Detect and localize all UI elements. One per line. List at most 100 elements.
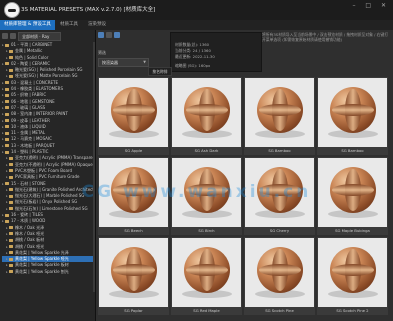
tree-item-label: 胡桃 / Oak 板材 xyxy=(15,237,45,243)
description-text: 将所有3S材质导入至当前场景中 / 双击预览材质 / 拖拽材质至对象 / 右键打… xyxy=(262,32,389,42)
tree-item-label: 14 - 塑料 | PLASTIC xyxy=(11,149,49,155)
window-controls[interactable]: – □ ✕ xyxy=(352,2,390,9)
tree-item-label: 黄花梨 | Yellow Sparkle 刨光 xyxy=(15,268,69,274)
material-preview-sphere xyxy=(172,238,241,307)
material-thumbnail[interactable]: SG Scotch Pine xyxy=(244,237,315,315)
material-browser: 筛选 按渲染器 ▼ 材质数量(总): 1360 当前分类: 24 / 1360 … xyxy=(96,30,393,321)
material-thumbnail[interactable]: SG Red Maple xyxy=(171,237,242,315)
material-thumbnail[interactable]: SG Beech xyxy=(98,157,169,235)
info-line: 缩略图 (SG): 160px xyxy=(175,63,211,68)
grid-view-icon[interactable] xyxy=(98,32,104,38)
tree-item-label: 抛光石(大理石) | Marble Polished SG xyxy=(15,193,85,199)
material-thumbnail[interactable]: SG Maple Bubinga xyxy=(317,157,388,235)
info-line: 最近更新: 2022-11-30 xyxy=(175,54,215,59)
tab-render-presets[interactable]: 渲染预设 xyxy=(84,20,110,30)
material-thumbnail[interactable]: SG Poplar xyxy=(98,237,169,315)
material-preview-sphere xyxy=(245,78,314,147)
tree-item-label: 03 - 混凝土 | CONCRETE xyxy=(11,79,58,85)
tree-item-label: 04 - 橡胶类 | ELASTOMERS xyxy=(11,86,63,92)
folder-icon xyxy=(5,144,9,148)
tree-item-label: 亚克力(不透明) | Acrylic (PMMA) Opaque xyxy=(15,161,93,167)
tree-item-label: PVC家具板 | PVC Furniture Grade xyxy=(15,174,80,180)
tree-item-label: 抛光石(板岩) | Onyx Polished SG xyxy=(15,199,78,205)
material-label: SG Maple Bubinga xyxy=(335,228,370,233)
filter-select[interactable]: 按渲染器 ▼ xyxy=(98,58,149,67)
folder-icon xyxy=(9,245,13,248)
material-preview-sphere xyxy=(172,158,241,227)
title-bar: 3S MATERIAL PRESETS (MAX v.2.7.0) [材质库大全… xyxy=(0,0,393,20)
tab-material-tools[interactable]: 材质工具 xyxy=(56,20,82,30)
tree-item-label: 橡木 / Oak 哑光 xyxy=(15,230,45,236)
material-preview-sphere xyxy=(99,78,168,147)
folder-icon xyxy=(9,194,13,198)
material-thumbnail[interactable]: SG Birch xyxy=(171,157,242,235)
material-thumbnail[interactable]: SG Ash Dark xyxy=(171,77,242,155)
folder-icon xyxy=(5,62,9,66)
folder-icon xyxy=(9,156,13,160)
app-title: 3S MATERIAL PRESETS (MAX v.2.7.0) [材质库大全… xyxy=(21,7,156,13)
folder-icon xyxy=(5,137,9,141)
folder-icon xyxy=(9,207,13,211)
tree-scrollbar[interactable] xyxy=(93,42,95,292)
tree-item-label: 黄花梨 | Yellow Sparkle 板材 xyxy=(15,262,69,268)
refresh-icon[interactable] xyxy=(2,33,8,39)
tab-library[interactable]: 材质库管理 & 预设工具 xyxy=(0,20,55,30)
material-label: SG Birch xyxy=(198,228,215,233)
tree-item-label: 金属 | Metallic xyxy=(15,48,43,54)
tree-item-label: 06 - 地毯 | GEMSTONE xyxy=(11,98,55,104)
material-preview-sphere xyxy=(172,78,241,147)
tree-item-label: 11 - 金属 | METAL xyxy=(11,130,46,136)
tree-item-label: 05 - 织物 | FABRIC xyxy=(11,92,47,98)
expand-arrow-icon[interactable]: ▸ xyxy=(6,269,8,275)
material-thumbnail[interactable]: SG Apple xyxy=(98,77,169,155)
tree-item-label: 13 - 木地板 | PARQUET xyxy=(11,142,55,148)
tree-item-label: 亚克力(透明) | Acrylic (PMMA) Transparent xyxy=(15,155,94,161)
tree-item-label: 哑光瓷(SG) | Matte Porcelain SG xyxy=(15,73,78,79)
tree-item-label: 01 - 平滑 | CARBINET xyxy=(11,42,53,47)
tree-item[interactable]: ▸ 黄花梨 | Yellow Sparkle 刨光 xyxy=(2,269,94,275)
folder-icon xyxy=(9,257,13,261)
folder-icon xyxy=(9,270,13,274)
tree-item-label: PVC木塑板 | PVC Foam Board xyxy=(15,167,73,173)
category-search-input[interactable]: 全部材质 · Ray xyxy=(18,32,61,41)
folder-icon xyxy=(9,226,13,230)
material-label: SG Bamboo xyxy=(268,148,291,153)
tree-item-label: 黄花梨 | Yellow Sparkle 光泽 xyxy=(15,249,69,255)
folder-icon xyxy=(5,43,9,47)
folder-icon xyxy=(9,68,13,72)
sort-button[interactable]: 按名称排 xyxy=(148,67,172,76)
folder-icon xyxy=(9,56,13,60)
tree-item-label: 10 - 液体 | LIQUID xyxy=(11,123,46,129)
folder-icon xyxy=(9,163,13,167)
material-label: SG Ash Dark xyxy=(194,148,219,153)
material-label: SG Scotch Pine xyxy=(265,308,294,313)
material-thumbnail[interactable]: SG Bamboo xyxy=(244,77,315,155)
tree-item-label: 12 - 马赛克 | MOSAIC xyxy=(11,136,52,142)
tree-item-label: 黄花梨 | Yellow Sparkle 哑光 xyxy=(15,256,69,262)
info-panel: 材质数量(总): 1360 当前分类: 24 / 1360 最近更新: 2022… xyxy=(170,32,262,72)
material-preview-sphere xyxy=(99,238,168,307)
material-preview-sphere xyxy=(318,238,387,307)
category-tree: ▸ 01 - 平滑 | CARBINET ▸ 金属 | Metallic ▸ 纯色 | S… xyxy=(2,42,94,275)
material-thumbnail[interactable]: SG Cherry xyxy=(244,157,315,235)
material-label: SG Red Maple xyxy=(193,308,220,313)
app-logo-icon xyxy=(4,2,20,18)
material-thumbnail[interactable]: SG Bamboo xyxy=(317,77,388,155)
material-label: SG Scotch Pine 2 xyxy=(336,308,369,313)
tree-item-label: 02 - 陶瓷 | CERAMIC xyxy=(11,60,51,66)
material-preview-sphere xyxy=(245,238,314,307)
thumbnail-view-icon[interactable] xyxy=(114,32,120,38)
folder-icon[interactable] xyxy=(10,33,16,39)
filter-value: 按渲染器 xyxy=(102,60,118,65)
category-panel: 全部材质 · Ray ▸ 01 - 平滑 | CARBINET ▸ 金属 | Meta… xyxy=(0,30,96,321)
filter-label: 筛选 xyxy=(98,50,106,55)
tree-item-label: 胡桃 / Oak 哑光 xyxy=(15,243,45,249)
material-thumbnail[interactable]: SG Scotch Pine 2 xyxy=(317,237,388,315)
folder-icon xyxy=(5,182,9,186)
list-view-icon[interactable] xyxy=(106,32,112,38)
folder-icon xyxy=(5,119,9,123)
chevron-down-icon: ▼ xyxy=(143,60,146,64)
tree-item-label: 抛光石(石灰) | Limestone Polished SG xyxy=(15,205,88,211)
folder-icon xyxy=(9,238,13,242)
material-label: SG Beech xyxy=(124,228,143,233)
